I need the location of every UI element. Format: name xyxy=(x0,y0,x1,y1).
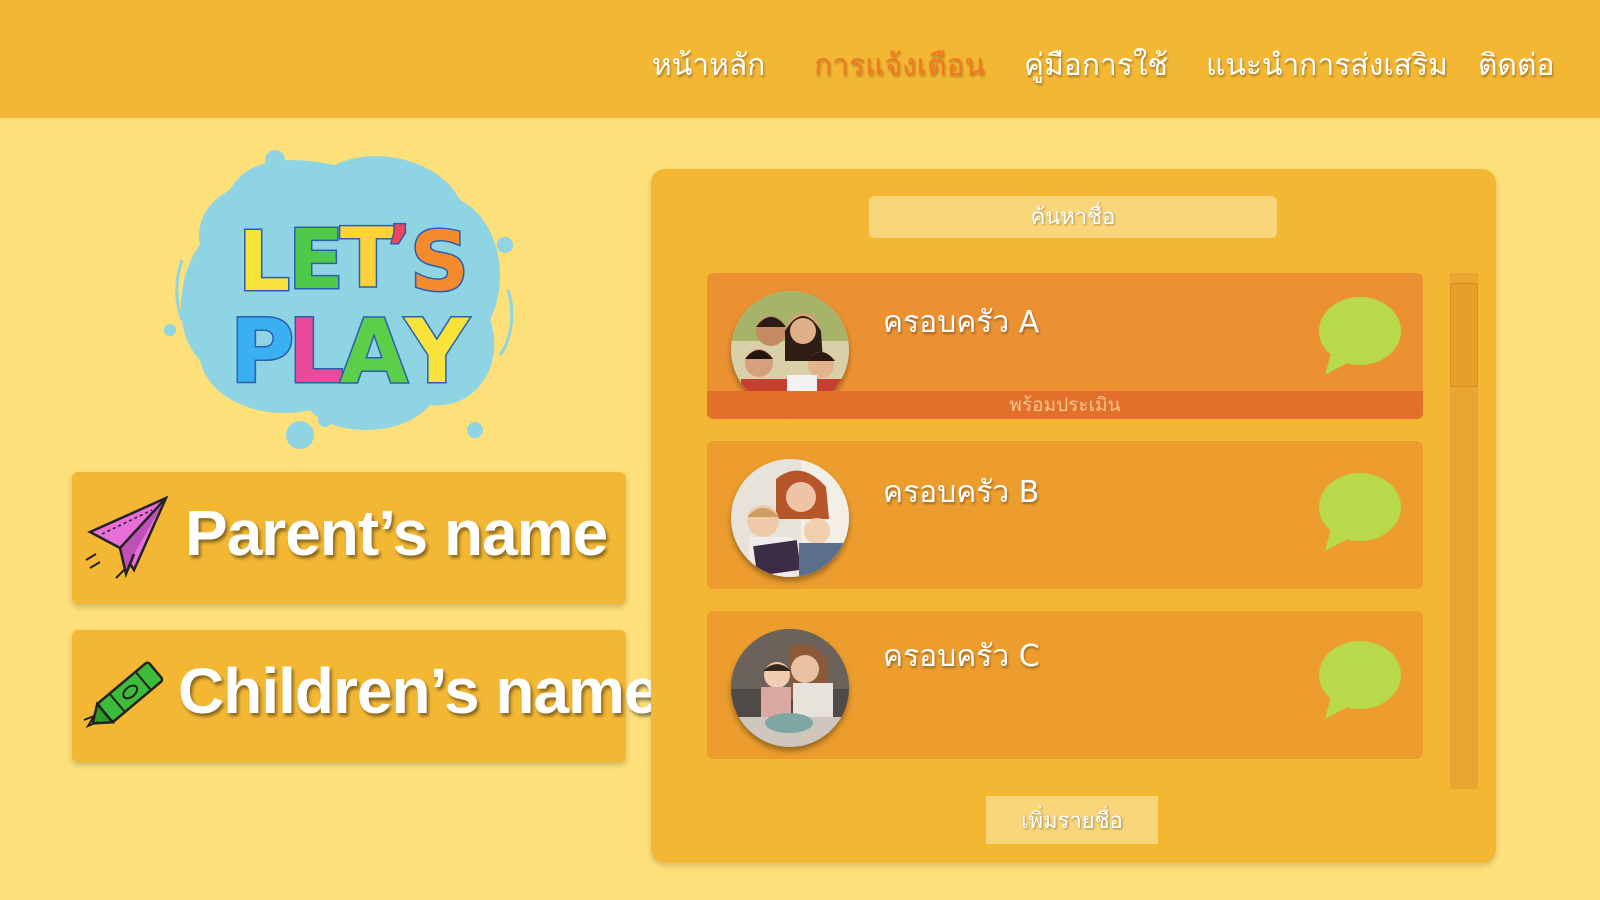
chat-bubble-icon[interactable] xyxy=(1317,293,1403,379)
nav-contact[interactable]: ติดต่อ xyxy=(1478,42,1554,89)
parent-name-label: Parent’s name xyxy=(185,497,608,569)
top-navigation-bar: หน้าหลัก การแจ้งเตือน คู่มือการใช้ แนะนำ… xyxy=(0,0,1600,118)
search-input[interactable] xyxy=(869,196,1277,238)
chat-bubble-icon[interactable] xyxy=(1317,637,1403,723)
family-c-name: ครอบครัว C xyxy=(883,639,1040,674)
family-card-a[interactable]: ครอบครัว A พร้อมประเมิน xyxy=(707,273,1423,419)
scrollbar-track[interactable] xyxy=(1450,273,1478,789)
family-b-name: ครอบครัว B xyxy=(883,475,1040,510)
family-a-status-bar: พร้อมประเมิน xyxy=(707,391,1423,419)
family-a-name: ครอบครัว A xyxy=(883,305,1040,340)
family-card-c[interactable]: ครอบครัว C xyxy=(707,611,1423,759)
paper-plane-icon xyxy=(85,495,169,579)
logo-letter-l2: L xyxy=(288,300,344,403)
logo-apostrophe: ’ xyxy=(388,213,411,283)
logo-letter-a: A xyxy=(340,300,408,403)
children-name-card[interactable]: Children’s name xyxy=(72,630,660,762)
family-list: ครอบครัว A พร้อมประเมิน ครอบครัว B ครอบค… xyxy=(707,273,1423,781)
children-name-label: Children’s name xyxy=(178,655,660,727)
nav-home[interactable]: หน้าหลัก xyxy=(652,42,765,89)
nav-user-guide[interactable]: คู่มือการใช้ xyxy=(1024,42,1168,89)
chat-bubble-icon[interactable] xyxy=(1317,469,1403,555)
family-card-b[interactable]: ครอบครัว B xyxy=(707,441,1423,589)
logo-letter-s: S xyxy=(410,215,469,310)
nav-notifications[interactable]: การแจ้งเตือน xyxy=(814,42,985,89)
logo-letter-l: L xyxy=(238,215,290,310)
family-b-avatar xyxy=(731,459,849,577)
add-name-button[interactable]: เพิ่มรายชื่อ xyxy=(986,796,1158,844)
crayon-icon xyxy=(83,661,164,729)
logo-letter-e: E xyxy=(288,213,344,308)
family-c-avatar xyxy=(731,629,849,747)
logo-letter-p: P xyxy=(230,300,295,403)
logo-letter-y: Y xyxy=(404,300,470,403)
lets-play-logo: L E T ’ S P L A Y xyxy=(164,150,514,449)
parent-name-card[interactable]: Parent’s name xyxy=(72,472,626,604)
family-list-panel: ครอบครัว A พร้อมประเมิน xyxy=(651,169,1496,863)
nav-recommendations[interactable]: แนะนำการส่งเสริม xyxy=(1206,42,1448,89)
scrollbar-thumb[interactable] xyxy=(1450,283,1478,387)
logo-text: L E T ’ S P L A Y xyxy=(229,210,472,405)
